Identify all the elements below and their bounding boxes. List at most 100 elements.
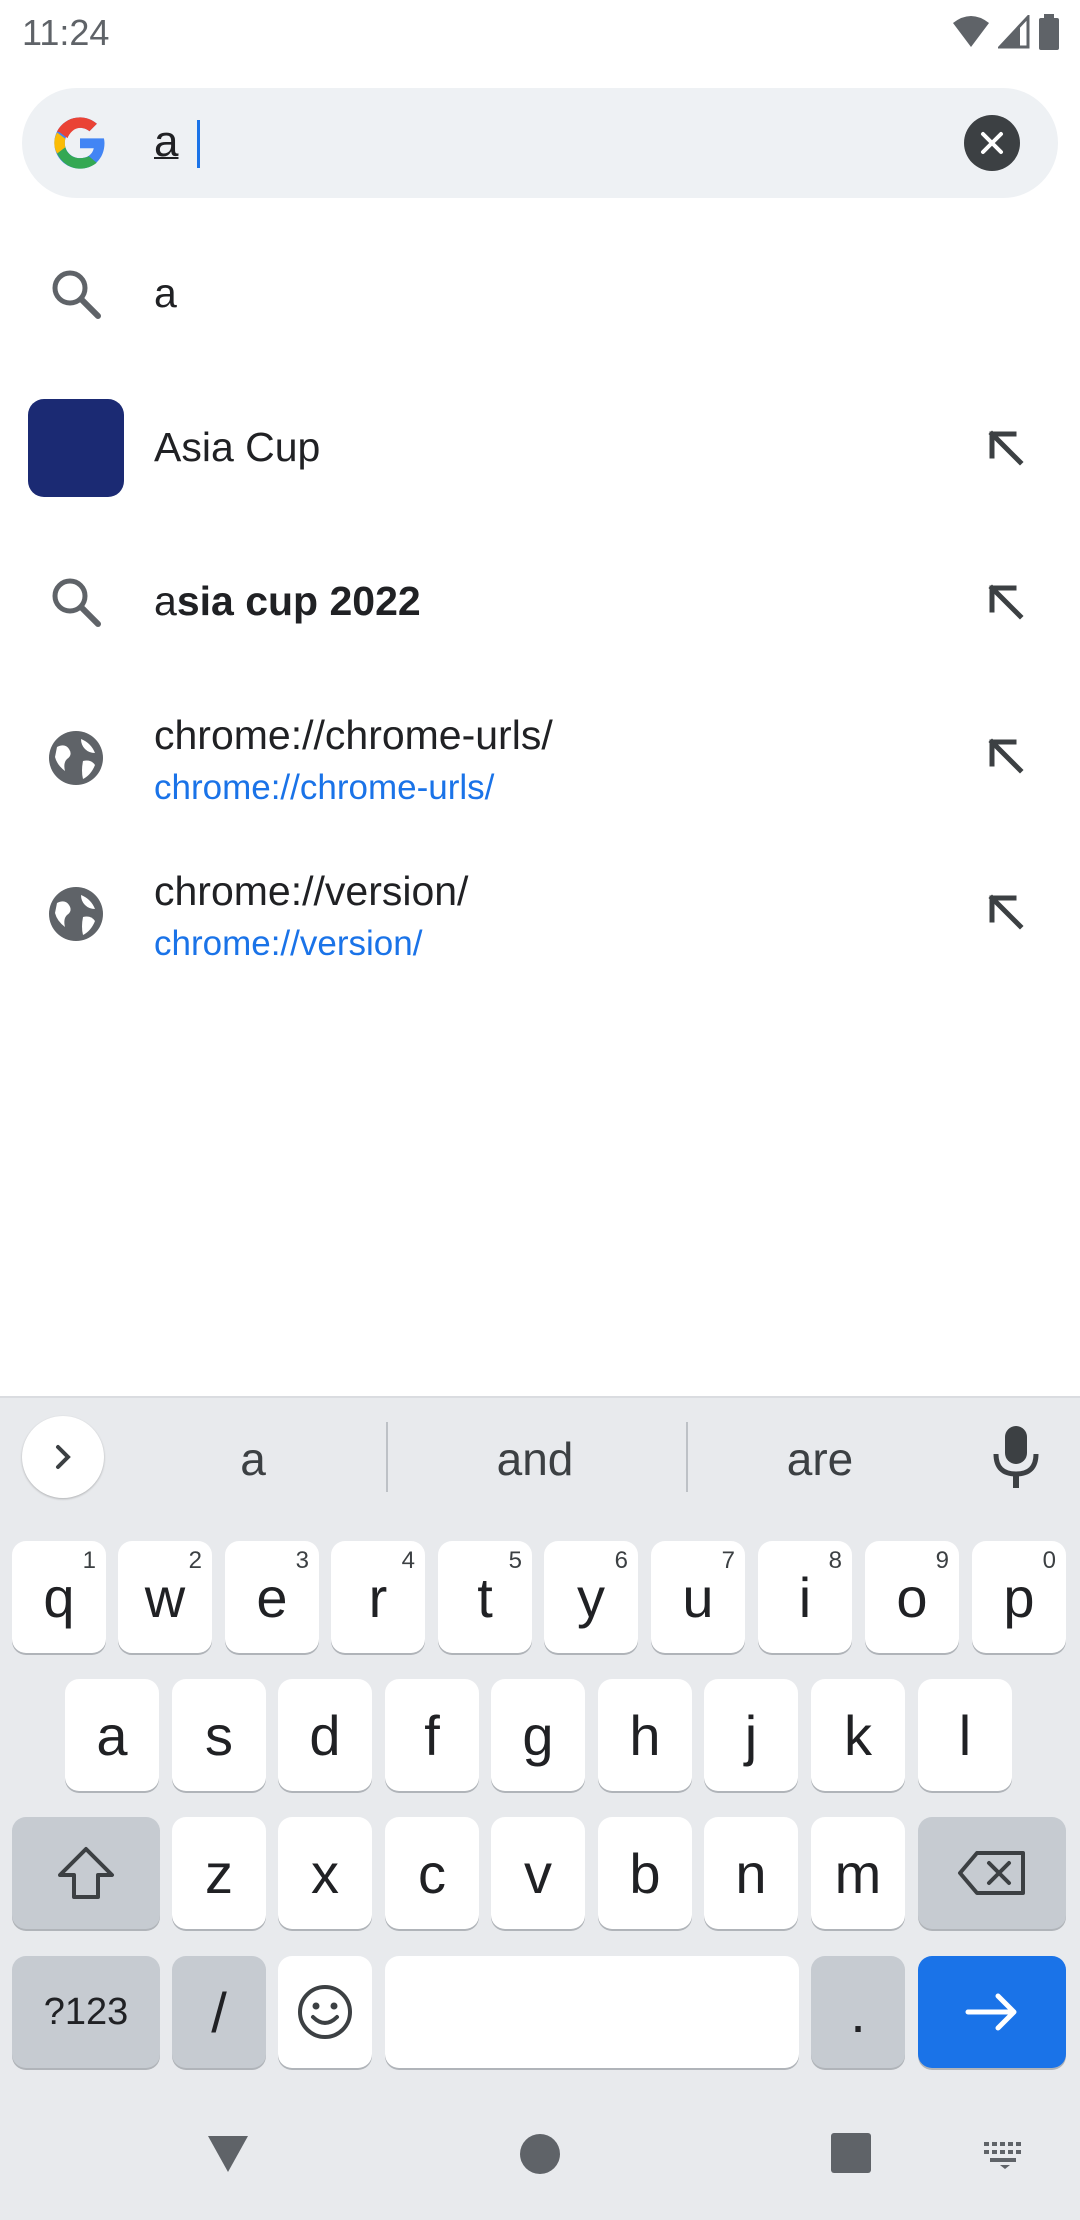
- refine-arrow-button[interactable]: [974, 880, 1038, 944]
- status-time: 11:24: [22, 12, 110, 53]
- suggestion-url-chrome-urls[interactable]: chrome://chrome-urls/ chrome://chrome-ur…: [0, 682, 1080, 832]
- suggestion-text-completion: sia cup 2022: [176, 578, 421, 624]
- key-w[interactable]: w2: [118, 1541, 212, 1653]
- key-m[interactable]: m: [811, 1817, 905, 1929]
- suggestion-search-a[interactable]: a: [0, 220, 1080, 370]
- key-f[interactable]: f: [385, 1679, 479, 1791]
- north-west-arrow-icon: [988, 430, 1024, 466]
- entity-thumbnail: [28, 399, 124, 497]
- key-e[interactable]: e3: [225, 1541, 319, 1653]
- key-hint: 3: [295, 1547, 309, 1574]
- home-circle-icon[interactable]: [516, 2130, 564, 2178]
- key-hint: 6: [614, 1547, 628, 1574]
- close-icon: [981, 132, 1003, 154]
- key-k[interactable]: k: [811, 1679, 905, 1791]
- key-label: o: [896, 1565, 928, 1629]
- backspace-key[interactable]: [918, 1817, 1066, 1929]
- suggestion-text: asia cup 2022: [154, 578, 421, 625]
- space-key[interactable]: [385, 1956, 799, 2068]
- suggestion-text: Asia Cup: [154, 424, 321, 470]
- search-icon: [28, 554, 124, 650]
- keyboard-divider: [0, 1396, 1080, 1398]
- key-h[interactable]: h: [598, 1679, 692, 1791]
- shift-key[interactable]: [12, 1817, 160, 1929]
- cell-signal-icon: [998, 15, 1030, 49]
- suggestion-title: chrome://version/: [154, 868, 469, 914]
- wifi-icon: [953, 16, 989, 47]
- refine-arrow-button[interactable]: [974, 570, 1038, 634]
- shift-icon: [58, 1847, 114, 1899]
- key-q[interactable]: q1: [12, 1541, 106, 1653]
- suggestion-separator: [386, 1422, 388, 1492]
- key-n[interactable]: n: [704, 1817, 798, 1929]
- key-j[interactable]: j: [704, 1679, 798, 1791]
- key-o[interactable]: o9: [865, 1541, 959, 1653]
- clear-input-button[interactable]: [964, 115, 1020, 171]
- symbols-key[interactable]: ?123: [12, 1956, 160, 2068]
- key-x[interactable]: x: [278, 1817, 372, 1929]
- key-hint: 0: [1042, 1547, 1056, 1574]
- key-label: p: [1003, 1565, 1035, 1629]
- refine-arrow-button[interactable]: [974, 416, 1038, 480]
- keyboard-toolbar-expand-button[interactable]: [22, 1416, 104, 1498]
- go-key[interactable]: [918, 1956, 1066, 2068]
- north-west-arrow-icon: [988, 738, 1024, 774]
- suggestion-url: chrome://chrome-urls/: [154, 768, 495, 807]
- entity-thumbnail-wrapper: [28, 399, 124, 497]
- key-i[interactable]: i8: [758, 1541, 852, 1653]
- back-triangle-icon[interactable]: [204, 2130, 252, 2178]
- suggestion-search-asia-cup-2022[interactable]: asia cup 2022: [0, 528, 1080, 678]
- emoji-key[interactable]: [278, 1956, 372, 2068]
- key-s[interactable]: s: [172, 1679, 266, 1791]
- key-hint: 1: [82, 1547, 96, 1574]
- key-hint: 8: [828, 1547, 842, 1574]
- key-y[interactable]: y6: [544, 1541, 638, 1653]
- key-label: e: [256, 1565, 288, 1629]
- system-navigation-bar: [0, 2110, 1080, 2220]
- globe-icon: [28, 710, 124, 806]
- key-label: i: [798, 1565, 812, 1629]
- word-suggestion[interactable]: are: [720, 1432, 920, 1486]
- suggestion-url-chrome-version[interactable]: chrome://version/ chrome://version/: [0, 838, 1080, 988]
- slash-key[interactable]: /: [172, 1956, 266, 2068]
- key-a[interactable]: a: [65, 1679, 159, 1791]
- omnibox-input[interactable]: a: [154, 112, 178, 172]
- key-l[interactable]: l: [918, 1679, 1012, 1791]
- key-d[interactable]: d: [278, 1679, 372, 1791]
- chevron-right-icon: [56, 1445, 71, 1469]
- recents-square-icon[interactable]: [828, 2130, 874, 2176]
- arrow-right-icon: [965, 1993, 1017, 2031]
- key-v[interactable]: v: [491, 1817, 585, 1929]
- key-z[interactable]: z: [172, 1817, 266, 1929]
- key-c[interactable]: c: [385, 1817, 479, 1929]
- key-label: u: [682, 1565, 714, 1629]
- word-suggestion[interactable]: and: [420, 1432, 650, 1486]
- key-b[interactable]: b: [598, 1817, 692, 1929]
- key-r[interactable]: r4: [331, 1541, 425, 1653]
- microphone-icon[interactable]: [990, 1424, 1042, 1490]
- keyboard-switch-icon[interactable]: [982, 2140, 1028, 2170]
- key-t[interactable]: t5: [438, 1541, 532, 1653]
- suggestion-text: a: [154, 270, 177, 316]
- suggestion-url: chrome://version/: [154, 924, 423, 963]
- key-hint: 2: [188, 1547, 202, 1574]
- google-g-icon: [54, 117, 105, 169]
- key-p[interactable]: p0: [972, 1541, 1066, 1653]
- suggestion-entity-asia-cup[interactable]: Asia Cup: [0, 374, 1080, 524]
- suggestion-separator: [686, 1422, 688, 1492]
- globe-icon: [28, 866, 124, 962]
- emoji-icon: [298, 1985, 352, 2039]
- word-suggestion[interactable]: a: [168, 1432, 338, 1486]
- key-g[interactable]: g: [491, 1679, 585, 1791]
- key-hint: 5: [508, 1547, 522, 1574]
- key-hint: 7: [721, 1547, 735, 1574]
- key-u[interactable]: u7: [651, 1541, 745, 1653]
- key-hint: 4: [401, 1547, 415, 1574]
- battery-icon: [1039, 14, 1059, 50]
- key-label: t: [477, 1565, 493, 1629]
- text-caret: [197, 120, 200, 168]
- omnibox[interactable]: a: [22, 88, 1058, 198]
- key-label: q: [43, 1565, 75, 1629]
- refine-arrow-button[interactable]: [974, 724, 1038, 788]
- period-key[interactable]: .: [811, 1956, 905, 2068]
